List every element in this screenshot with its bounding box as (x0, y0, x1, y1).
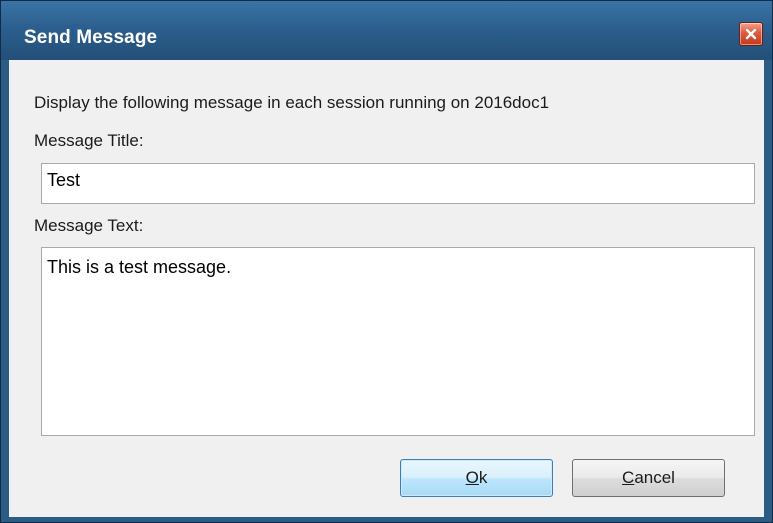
title-bar[interactable]: Send Message (1, 1, 772, 60)
ok-mnemonic: O (465, 468, 479, 487)
message-title-label: Message Title: (34, 131, 144, 150)
close-icon (745, 28, 757, 40)
dialog-title: Send Message (24, 27, 158, 48)
message-title-input[interactable]: Test (41, 163, 755, 204)
message-text-area[interactable]: This is a test message. (41, 247, 755, 436)
description-text: Display the following message in each se… (34, 93, 550, 112)
ok-button[interactable]: Ok (400, 459, 553, 497)
cancel-button[interactable]: Cancel (572, 459, 725, 497)
cancel-mnemonic: C (622, 468, 635, 487)
cancel-label-rest: ancel (634, 468, 675, 487)
ok-label-rest: k (478, 468, 488, 487)
message-text-label: Message Text: (34, 216, 144, 235)
dialog-body: Display the following message in each se… (9, 60, 764, 517)
close-button[interactable] (739, 22, 763, 46)
send-message-dialog: Send Message Display the following messa… (0, 0, 773, 523)
